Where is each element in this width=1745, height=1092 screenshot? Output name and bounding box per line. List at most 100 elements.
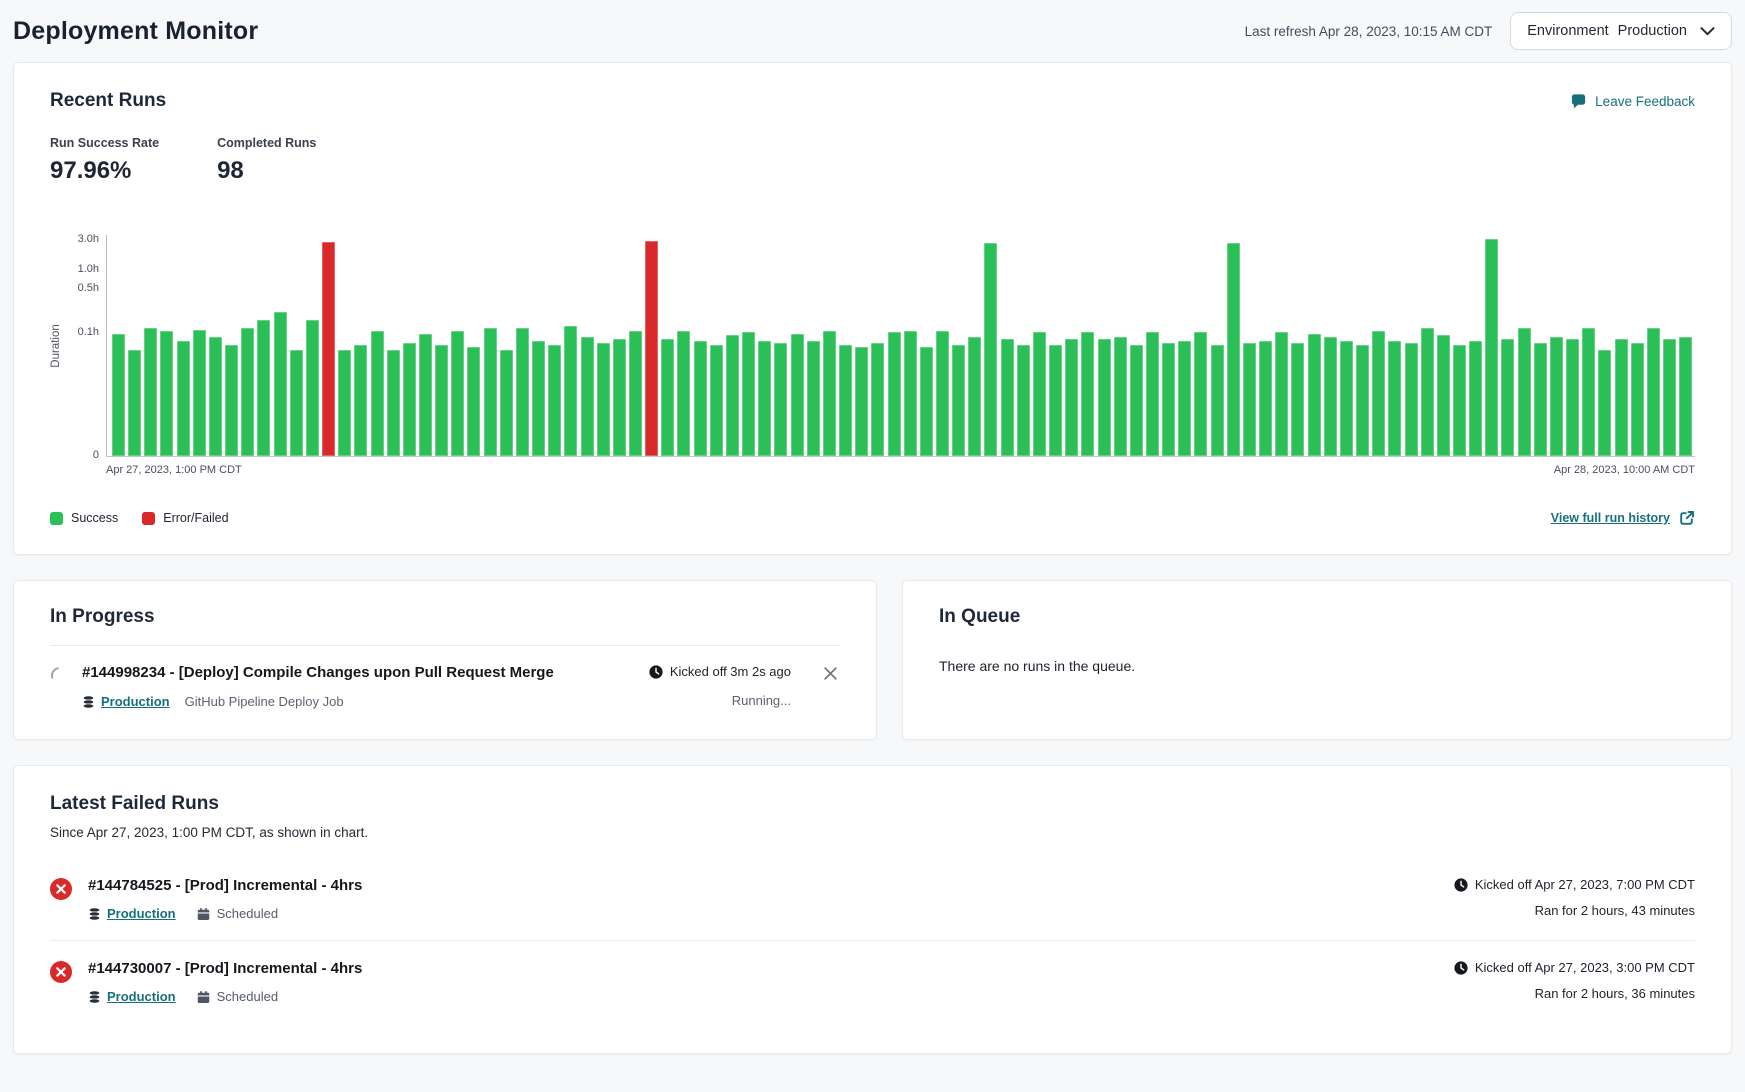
chart-bar-success[interactable]	[338, 350, 351, 456]
close-icon[interactable]	[821, 664, 840, 683]
chart-bar-success[interactable]	[774, 343, 787, 456]
chart-bar-success[interactable]	[274, 312, 287, 456]
chart-bar-success[interactable]	[1582, 328, 1595, 456]
chart-bar-success[interactable]	[1259, 341, 1272, 456]
chart-bar-success[interactable]	[984, 243, 997, 456]
chart-bar-success[interactable]	[1679, 337, 1692, 456]
chart-bar-success[interactable]	[241, 328, 254, 456]
chart-bar-success[interactable]	[160, 331, 173, 456]
chart-bar-success[interactable]	[1324, 337, 1337, 456]
chart-bar-success[interactable]	[1065, 339, 1078, 456]
chart-bar-success[interactable]	[516, 328, 529, 456]
chart-bar-success[interactable]	[1631, 343, 1644, 456]
chart-bar-success[interactable]	[387, 350, 400, 456]
chart-bar-success[interactable]	[791, 334, 804, 456]
chart-bar-success[interactable]	[1453, 345, 1466, 456]
environment-link[interactable]: Production	[88, 906, 176, 921]
chart-bar-success[interactable]	[839, 345, 852, 456]
environment-dropdown[interactable]: Environment Production	[1510, 12, 1732, 50]
chart-bar-success[interactable]	[1663, 339, 1676, 456]
chart-bar-success[interactable]	[855, 347, 868, 456]
chart-bar-success[interactable]	[451, 331, 464, 456]
chart-bar-success[interactable]	[177, 341, 190, 456]
chart-bar-success[interactable]	[823, 331, 836, 456]
chart-bar-success[interactable]	[597, 343, 610, 456]
chart-bar-success[interactable]	[144, 328, 157, 456]
chart-bar-success[interactable]	[1211, 345, 1224, 456]
chart-bar-success[interactable]	[936, 331, 949, 456]
chart-bar-failed[interactable]	[322, 242, 335, 456]
chart-bar-success[interactable]	[742, 332, 755, 456]
chart-bar-success[interactable]	[1194, 332, 1207, 456]
chart-bar-success[interactable]	[1146, 332, 1159, 456]
environment-link[interactable]: Production	[82, 694, 170, 709]
chart-bar-success[interactable]	[548, 345, 561, 456]
chart-bar-success[interactable]	[1405, 343, 1418, 456]
chart-bar-success[interactable]	[1518, 328, 1531, 456]
chart-bar-success[interactable]	[1598, 350, 1611, 456]
chart-bar-success[interactable]	[952, 345, 965, 456]
environment-link[interactable]: Production	[88, 989, 176, 1004]
chart-bar-success[interactable]	[1615, 339, 1628, 456]
chart-bar-success[interactable]	[1017, 345, 1030, 456]
chart-bar-success[interactable]	[613, 339, 626, 456]
chart-bar-success[interactable]	[1275, 332, 1288, 456]
chart-bar-success[interactable]	[1227, 243, 1240, 456]
leave-feedback-link[interactable]: Leave Feedback	[1570, 93, 1695, 110]
chart-bar-success[interactable]	[257, 320, 270, 456]
chart-bar-failed[interactable]	[645, 241, 658, 456]
chart-bar-success[interactable]	[112, 334, 125, 456]
chart-bar-success[interactable]	[225, 345, 238, 456]
chart-bar-success[interactable]	[694, 341, 707, 456]
chart-bar-success[interactable]	[1647, 328, 1660, 456]
chart-bar-success[interactable]	[1421, 328, 1434, 456]
chart-bar-success[interactable]	[1340, 341, 1353, 456]
chart-bar-success[interactable]	[354, 345, 367, 456]
chart-bar-success[interactable]	[193, 330, 206, 456]
chart-bar-success[interactable]	[1130, 345, 1143, 456]
chart-bar-success[interactable]	[1501, 339, 1514, 456]
chart-bar-success[interactable]	[1485, 239, 1498, 456]
chart-bar-success[interactable]	[1388, 341, 1401, 456]
chart-bar-success[interactable]	[1098, 339, 1111, 456]
chart-bar-success[interactable]	[1081, 332, 1094, 456]
chart-bar-success[interactable]	[484, 328, 497, 456]
chart-bar-success[interactable]	[500, 350, 513, 456]
chart-bar-success[interactable]	[1372, 331, 1385, 456]
chart-bar-success[interactable]	[1243, 343, 1256, 456]
chart-bar-success[interactable]	[871, 343, 884, 456]
chart-bar-success[interactable]	[758, 341, 771, 456]
chart-bar-success[interactable]	[290, 350, 303, 456]
chart-bar-success[interactable]	[968, 337, 981, 456]
chart-bar-success[interactable]	[677, 331, 690, 456]
chart-bar-success[interactable]	[726, 335, 739, 456]
chart-bar-success[interactable]	[419, 334, 432, 456]
chart-bar-success[interactable]	[435, 345, 448, 456]
chart-bar-success[interactable]	[629, 331, 642, 456]
chart-plot[interactable]	[106, 235, 1695, 457]
chart-bar-success[interactable]	[128, 350, 141, 456]
chart-bar-success[interactable]	[661, 339, 674, 456]
chart-bar-success[interactable]	[710, 345, 723, 456]
chart-bar-success[interactable]	[1308, 334, 1321, 456]
chart-bar-success[interactable]	[1566, 339, 1579, 456]
chart-bar-success[interactable]	[209, 337, 222, 456]
chart-bar-success[interactable]	[1356, 345, 1369, 456]
chart-bar-success[interactable]	[306, 320, 319, 456]
chart-bar-success[interactable]	[564, 326, 577, 456]
chart-bar-success[interactable]	[1469, 341, 1482, 456]
chart-bar-success[interactable]	[1114, 337, 1127, 456]
chart-bar-success[interactable]	[807, 341, 820, 456]
chart-bar-success[interactable]	[1162, 343, 1175, 456]
chart-bar-success[interactable]	[1550, 337, 1563, 456]
chart-bar-success[interactable]	[581, 337, 594, 456]
chart-bar-success[interactable]	[904, 331, 917, 456]
chart-bar-success[interactable]	[1033, 332, 1046, 456]
chart-bar-success[interactable]	[1001, 339, 1014, 456]
view-full-run-history-link[interactable]: View full run history	[1551, 510, 1695, 526]
chart-bar-success[interactable]	[1049, 345, 1062, 456]
chart-bar-success[interactable]	[920, 347, 933, 456]
chart-bar-success[interactable]	[403, 343, 416, 456]
chart-bar-success[interactable]	[371, 331, 384, 456]
chart-bar-success[interactable]	[1437, 335, 1450, 456]
